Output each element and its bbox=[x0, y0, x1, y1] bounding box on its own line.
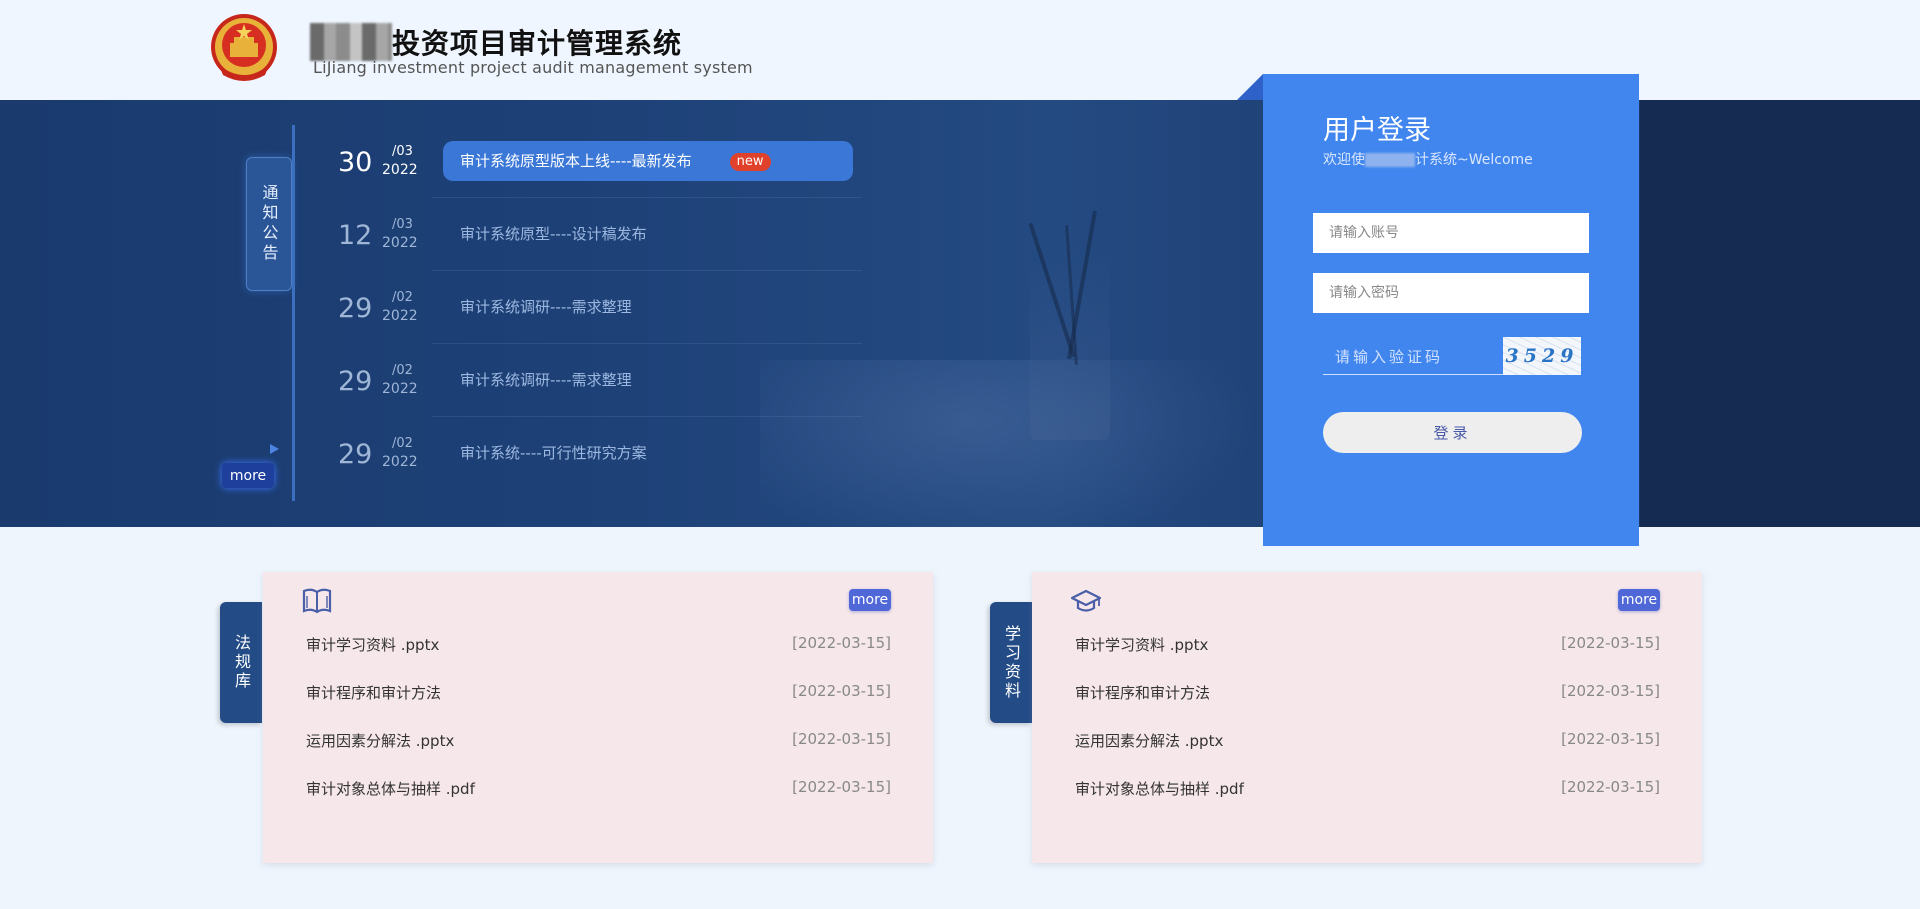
item-name[interactable]: 审计学习资料 .pptx bbox=[306, 634, 439, 655]
item-name[interactable]: 审计对象总体与抽样 .pdf bbox=[1075, 778, 1244, 799]
notice-date-day: 29 bbox=[338, 366, 373, 397]
notice-date-year: 2022 bbox=[382, 381, 418, 397]
item-date: [2022-03-15] bbox=[1561, 730, 1660, 748]
list-item[interactable]: 审计对象总体与抽样 .pdf [2022-03-15] bbox=[1075, 765, 1660, 813]
notice-title[interactable]: 审计系统原型版本上线----最新发布 new bbox=[443, 141, 853, 181]
list-item[interactable]: 运用因素分解法 .pptx [2022-03-15] bbox=[306, 717, 891, 765]
new-badge: new bbox=[729, 152, 771, 171]
item-date: [2022-03-15] bbox=[792, 778, 891, 796]
notice-title[interactable]: 审计系统----可行性研究方案 bbox=[443, 433, 853, 473]
notice-date-year: 2022 bbox=[382, 308, 418, 324]
login-welcome: 欢迎使 计系统~Welcome bbox=[1323, 149, 1533, 169]
item-date: [2022-03-15] bbox=[792, 730, 891, 748]
item-name[interactable]: 审计对象总体与抽样 .pdf bbox=[306, 778, 475, 799]
site-subtitle: LiJiang investment project audit managem… bbox=[313, 58, 753, 77]
item-name[interactable]: 审计程序和审计方法 bbox=[306, 682, 441, 703]
item-date: [2022-03-15] bbox=[1561, 682, 1660, 700]
notice-item[interactable]: 30 /03 2022 审计系统原型版本上线----最新发布 new bbox=[330, 125, 870, 198]
notice-date-day: 29 bbox=[338, 439, 373, 470]
notice-title[interactable]: 审计系统调研----需求整理 bbox=[443, 360, 853, 400]
notice-date-day: 12 bbox=[338, 220, 373, 251]
notice-date-month: /02 bbox=[392, 363, 413, 378]
list-item[interactable]: 审计学习资料 .pptx [2022-03-15] bbox=[1075, 621, 1660, 669]
site-title-text: 投资项目审计管理系统 bbox=[392, 27, 683, 60]
captcha-input[interactable] bbox=[1323, 339, 1503, 375]
welcome-prefix: 欢迎使 bbox=[1323, 152, 1365, 168]
item-name[interactable]: 运用因素分解法 .pptx bbox=[1075, 730, 1223, 751]
password-input[interactable] bbox=[1313, 273, 1589, 313]
notice-tab[interactable]: 通知公告 bbox=[246, 157, 292, 291]
login-panel-fold bbox=[1237, 74, 1263, 100]
law-library-more-button[interactable]: more bbox=[849, 589, 891, 611]
notice-date-year: 2022 bbox=[382, 235, 418, 251]
login-button[interactable]: 登录 bbox=[1323, 412, 1582, 453]
notice-date-month: /03 bbox=[392, 144, 413, 159]
list-item[interactable]: 审计对象总体与抽样 .pdf [2022-03-15] bbox=[306, 765, 891, 813]
law-library-tab[interactable]: 法规库 bbox=[220, 602, 262, 723]
study-materials-tab[interactable]: 学习资料 bbox=[990, 602, 1032, 723]
banner-right-shade bbox=[1640, 100, 1920, 527]
item-date: [2022-03-15] bbox=[792, 682, 891, 700]
welcome-suffix: 计系统~Welcome bbox=[1415, 152, 1533, 168]
notice-item[interactable]: 29 /02 2022 审计系统调研----需求整理 bbox=[330, 344, 870, 417]
list-item[interactable]: 审计学习资料 .pptx [2022-03-15] bbox=[306, 621, 891, 669]
site-title: 投资项目审计管理系统 bbox=[310, 22, 682, 62]
book-icon bbox=[302, 588, 332, 614]
title-redaction bbox=[310, 23, 392, 61]
notice-more-button[interactable]: more bbox=[222, 463, 274, 488]
item-name[interactable]: 审计程序和审计方法 bbox=[1075, 682, 1210, 703]
login-title: 用户登录 bbox=[1323, 115, 1431, 146]
notice-date-year: 2022 bbox=[382, 454, 418, 470]
welcome-redaction bbox=[1365, 153, 1415, 167]
notice-title[interactable]: 审计系统调研----需求整理 bbox=[443, 287, 853, 327]
captcha-image[interactable]: 3529 bbox=[1503, 337, 1581, 375]
graduation-cap-icon bbox=[1070, 589, 1102, 612]
list-item[interactable]: 审计程序和审计方法 [2022-03-15] bbox=[1075, 669, 1660, 717]
study-materials-more-button[interactable]: more bbox=[1618, 589, 1660, 611]
list-item[interactable]: 审计程序和审计方法 [2022-03-15] bbox=[306, 669, 891, 717]
notice-date-month: /03 bbox=[392, 217, 413, 232]
law-library-card: more 审计学习资料 .pptx [2022-03-15] 审计程序和审计方法… bbox=[263, 572, 933, 863]
item-date: [2022-03-15] bbox=[1561, 778, 1660, 796]
notice-date-month: /02 bbox=[392, 290, 413, 305]
list-item[interactable]: 运用因素分解法 .pptx [2022-03-15] bbox=[1075, 717, 1660, 765]
notice-date-day: 30 bbox=[338, 147, 373, 178]
notice-date-year: 2022 bbox=[382, 162, 418, 178]
item-name[interactable]: 审计学习资料 .pptx bbox=[1075, 634, 1208, 655]
notice-item[interactable]: 29 /02 2022 审计系统调研----需求整理 bbox=[330, 271, 870, 344]
item-date: [2022-03-15] bbox=[1561, 634, 1660, 652]
notice-date-month: /02 bbox=[392, 436, 413, 451]
notice-date-day: 29 bbox=[338, 293, 373, 324]
notice-item[interactable]: 12 /03 2022 审计系统原型----设计稿发布 bbox=[330, 198, 870, 271]
notice-title-text: 审计系统原型版本上线----最新发布 bbox=[460, 152, 692, 170]
timeline-divider bbox=[292, 125, 295, 501]
account-input[interactable] bbox=[1313, 213, 1589, 253]
triangle-arrow-icon bbox=[270, 444, 279, 454]
study-materials-card: more 审计学习资料 .pptx [2022-03-15] 审计程序和审计方法… bbox=[1032, 572, 1702, 863]
item-date: [2022-03-15] bbox=[792, 634, 891, 652]
notice-title[interactable]: 审计系统原型----设计稿发布 bbox=[443, 214, 853, 254]
login-panel: 用户登录 欢迎使 计系统~Welcome 3529 登录 bbox=[1263, 74, 1639, 546]
item-name[interactable]: 运用因素分解法 .pptx bbox=[306, 730, 454, 751]
notice-item[interactable]: 29 /02 2022 审计系统----可行性研究方案 bbox=[330, 417, 870, 490]
national-emblem-icon bbox=[211, 14, 277, 81]
